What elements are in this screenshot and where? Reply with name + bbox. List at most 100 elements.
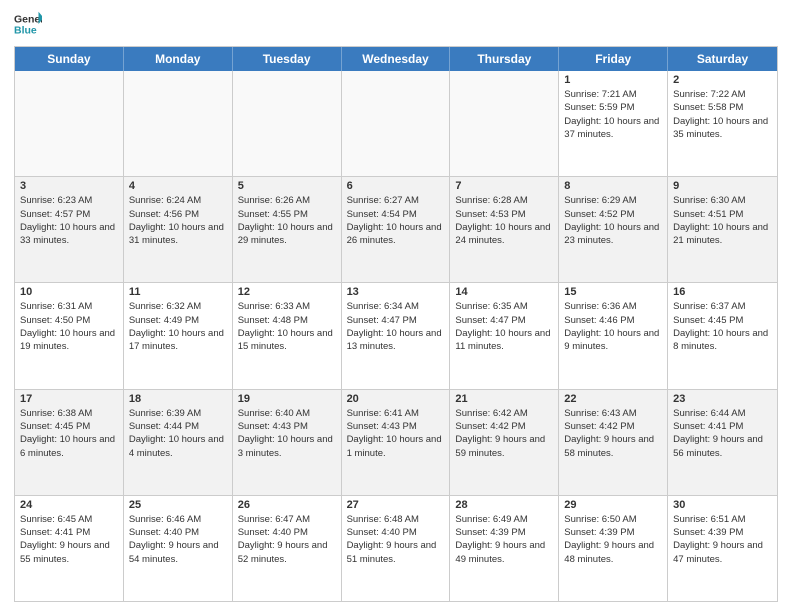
day-number: 10 [20,286,118,298]
calendar-cell: 29 Sunrise: 6:50 AM Sunset: 4:39 PM Dayli… [559,496,668,601]
day-info: Sunrise: 7:21 AM Sunset: 5:59 PM Dayligh… [564,88,662,141]
day-number: 14 [455,286,553,298]
calendar-cell: 24 Sunrise: 6:45 AM Sunset: 4:41 PM Dayli… [15,496,124,601]
calendar-cell: 23 Sunrise: 6:44 AM Sunset: 4:41 PM Dayli… [668,390,777,495]
day-number: 3 [20,180,118,192]
day-number: 20 [347,393,445,405]
header-cell-friday: Friday [559,47,668,71]
calendar-cell [342,71,451,176]
day-number: 26 [238,499,336,511]
calendar-cell: 5 Sunrise: 6:26 AM Sunset: 4:55 PM Daylig… [233,177,342,282]
day-number: 13 [347,286,445,298]
calendar-cell: 15 Sunrise: 6:36 AM Sunset: 4:46 PM Dayli… [559,283,668,388]
calendar-row-2: 3 Sunrise: 6:23 AM Sunset: 4:57 PM Daylig… [15,177,777,283]
day-number: 16 [673,286,772,298]
header-cell-thursday: Thursday [450,47,559,71]
logo: General Blue [14,10,42,38]
day-info: Sunrise: 6:29 AM Sunset: 4:52 PM Dayligh… [564,194,662,247]
day-info: Sunrise: 6:26 AM Sunset: 4:55 PM Dayligh… [238,194,336,247]
day-info: Sunrise: 6:49 AM Sunset: 4:39 PM Dayligh… [455,513,553,566]
day-info: Sunrise: 6:44 AM Sunset: 4:41 PM Dayligh… [673,407,772,460]
calendar-cell: 10 Sunrise: 6:31 AM Sunset: 4:50 PM Dayli… [15,283,124,388]
calendar-cell: 27 Sunrise: 6:48 AM Sunset: 4:40 PM Dayli… [342,496,451,601]
day-number: 25 [129,499,227,511]
header-cell-wednesday: Wednesday [342,47,451,71]
calendar-cell: 2 Sunrise: 7:22 AM Sunset: 5:58 PM Daylig… [668,71,777,176]
calendar-cell: 8 Sunrise: 6:29 AM Sunset: 4:52 PM Daylig… [559,177,668,282]
day-info: Sunrise: 6:38 AM Sunset: 4:45 PM Dayligh… [20,407,118,460]
day-number: 7 [455,180,553,192]
day-info: Sunrise: 6:51 AM Sunset: 4:39 PM Dayligh… [673,513,772,566]
calendar-cell: 4 Sunrise: 6:24 AM Sunset: 4:56 PM Daylig… [124,177,233,282]
calendar-row-3: 10 Sunrise: 6:31 AM Sunset: 4:50 PM Dayli… [15,283,777,389]
day-info: Sunrise: 6:40 AM Sunset: 4:43 PM Dayligh… [238,407,336,460]
day-info: Sunrise: 6:35 AM Sunset: 4:47 PM Dayligh… [455,300,553,353]
day-info: Sunrise: 6:27 AM Sunset: 4:54 PM Dayligh… [347,194,445,247]
day-number: 29 [564,499,662,511]
day-number: 4 [129,180,227,192]
day-info: Sunrise: 6:36 AM Sunset: 4:46 PM Dayligh… [564,300,662,353]
calendar-cell: 26 Sunrise: 6:47 AM Sunset: 4:40 PM Dayli… [233,496,342,601]
header-cell-tuesday: Tuesday [233,47,342,71]
day-number: 8 [564,180,662,192]
calendar: SundayMondayTuesdayWednesdayThursdayFrid… [14,46,778,602]
day-number: 6 [347,180,445,192]
day-number: 9 [673,180,772,192]
calendar-cell: 12 Sunrise: 6:33 AM Sunset: 4:48 PM Dayli… [233,283,342,388]
day-info: Sunrise: 6:33 AM Sunset: 4:48 PM Dayligh… [238,300,336,353]
calendar-cell: 9 Sunrise: 6:30 AM Sunset: 4:51 PM Daylig… [668,177,777,282]
day-info: Sunrise: 6:48 AM Sunset: 4:40 PM Dayligh… [347,513,445,566]
calendar-cell: 22 Sunrise: 6:43 AM Sunset: 4:42 PM Dayli… [559,390,668,495]
calendar-row-1: 1 Sunrise: 7:21 AM Sunset: 5:59 PM Daylig… [15,71,777,177]
calendar-cell: 17Sunrise: 6:38 AM Sunset: 4:45 PM Dayli… [15,390,124,495]
calendar-cell: 21Sunrise: 6:42 AM Sunset: 4:42 PM Dayli… [450,390,559,495]
day-info: Sunrise: 6:24 AM Sunset: 4:56 PM Dayligh… [129,194,227,247]
calendar-cell: 19Sunrise: 6:40 AM Sunset: 4:43 PM Dayli… [233,390,342,495]
calendar-cell: 25 Sunrise: 6:46 AM Sunset: 4:40 PM Dayli… [124,496,233,601]
calendar-header-row: SundayMondayTuesdayWednesdayThursdayFrid… [15,47,777,71]
day-number: 5 [238,180,336,192]
day-number: 1 [564,74,662,86]
day-info: Sunrise: 6:34 AM Sunset: 4:47 PM Dayligh… [347,300,445,353]
calendar-cell: 16Sunrise: 6:37 AM Sunset: 4:45 PM Dayli… [668,283,777,388]
header-cell-saturday: Saturday [668,47,777,71]
day-number: 2 [673,74,772,86]
calendar-body: 1 Sunrise: 7:21 AM Sunset: 5:59 PM Daylig… [15,71,777,601]
calendar-cell: 6 Sunrise: 6:27 AM Sunset: 4:54 PM Daylig… [342,177,451,282]
day-info: Sunrise: 6:23 AM Sunset: 4:57 PM Dayligh… [20,194,118,247]
day-info: Sunrise: 6:50 AM Sunset: 4:39 PM Dayligh… [564,513,662,566]
day-number: 28 [455,499,553,511]
day-info: Sunrise: 6:39 AM Sunset: 4:44 PM Dayligh… [129,407,227,460]
header-cell-monday: Monday [124,47,233,71]
calendar-cell [15,71,124,176]
day-number: 22 [564,393,662,405]
calendar-cell: 14 Sunrise: 6:35 AM Sunset: 4:47 PM Dayli… [450,283,559,388]
calendar-cell [124,71,233,176]
day-info: Sunrise: 6:41 AM Sunset: 4:43 PM Dayligh… [347,407,445,460]
day-number: 27 [347,499,445,511]
day-info: Sunrise: 6:47 AM Sunset: 4:40 PM Dayligh… [238,513,336,566]
day-number: 15 [564,286,662,298]
calendar-row-4: 17Sunrise: 6:38 AM Sunset: 4:45 PM Dayli… [15,390,777,496]
day-number: 12 [238,286,336,298]
calendar-cell: 30Sunrise: 6:51 AM Sunset: 4:39 PM Dayli… [668,496,777,601]
day-number: 24 [20,499,118,511]
day-info: Sunrise: 6:28 AM Sunset: 4:53 PM Dayligh… [455,194,553,247]
calendar-cell: 11Sunrise: 6:32 AM Sunset: 4:49 PM Dayli… [124,283,233,388]
svg-text:Blue: Blue [14,25,37,37]
page: General Blue SundayMondayTuesdayWednesda… [0,0,792,612]
day-info: Sunrise: 6:45 AM Sunset: 4:41 PM Dayligh… [20,513,118,566]
day-info: Sunrise: 7:22 AM Sunset: 5:58 PM Dayligh… [673,88,772,141]
day-info: Sunrise: 6:46 AM Sunset: 4:40 PM Dayligh… [129,513,227,566]
calendar-cell: 1 Sunrise: 7:21 AM Sunset: 5:59 PM Daylig… [559,71,668,176]
day-info: Sunrise: 6:42 AM Sunset: 4:42 PM Dayligh… [455,407,553,460]
day-info: Sunrise: 6:31 AM Sunset: 4:50 PM Dayligh… [20,300,118,353]
day-info: Sunrise: 6:32 AM Sunset: 4:49 PM Dayligh… [129,300,227,353]
day-info: Sunrise: 6:43 AM Sunset: 4:42 PM Dayligh… [564,407,662,460]
calendar-cell: 18Sunrise: 6:39 AM Sunset: 4:44 PM Dayli… [124,390,233,495]
day-number: 23 [673,393,772,405]
calendar-cell [233,71,342,176]
header-cell-sunday: Sunday [15,47,124,71]
calendar-cell: 20 Sunrise: 6:41 AM Sunset: 4:43 PM Dayli… [342,390,451,495]
day-info: Sunrise: 6:30 AM Sunset: 4:51 PM Dayligh… [673,194,772,247]
